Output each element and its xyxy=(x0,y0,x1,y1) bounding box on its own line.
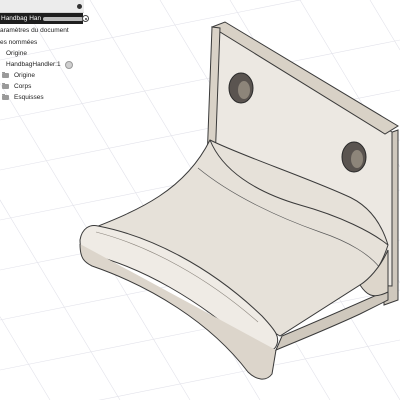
bullet-icon[interactable] xyxy=(77,3,82,9)
named-views-label: es nommées xyxy=(0,39,38,46)
browser-item-origin-top[interactable]: Origine xyxy=(6,48,27,59)
browser-item-document-settings[interactable]: aramètres du document xyxy=(0,25,69,36)
toggle-icon[interactable] xyxy=(43,16,83,21)
origin-top-label: Origine xyxy=(6,50,27,57)
folder-icon xyxy=(2,83,9,89)
browser-header xyxy=(0,0,84,13)
document-node[interactable]: Handbag Handler Pocket Desk... xyxy=(0,13,83,24)
document-settings-label: aramètres du document xyxy=(0,27,69,34)
eye-icon[interactable] xyxy=(64,60,73,69)
sketches-label: Esquisses xyxy=(14,94,44,101)
folder-icon xyxy=(2,94,9,100)
document-name: Handbag Handler Pocket Desk... xyxy=(1,15,41,22)
browser-item-origin[interactable]: Origine xyxy=(2,70,35,81)
mounting-hole-upper xyxy=(228,72,254,104)
browser-item-named-views[interactable]: es nommées xyxy=(0,37,37,48)
component-label: HandbagHandler:1 xyxy=(6,61,61,68)
browser-item-bodies[interactable]: Corps xyxy=(2,81,31,92)
mounting-hole-lower xyxy=(341,141,367,173)
origin-label: Origine xyxy=(14,72,35,79)
browser-item-component[interactable]: HandbagHandler:1 xyxy=(6,59,73,70)
browser-item-sketches[interactable]: Esquisses xyxy=(2,92,44,103)
bodies-label: Corps xyxy=(14,83,32,90)
browser-panel: Handbag Handler Pocket Desk... aramètres… xyxy=(0,0,96,103)
radio-icon[interactable] xyxy=(82,15,89,22)
folder-icon xyxy=(2,72,9,78)
